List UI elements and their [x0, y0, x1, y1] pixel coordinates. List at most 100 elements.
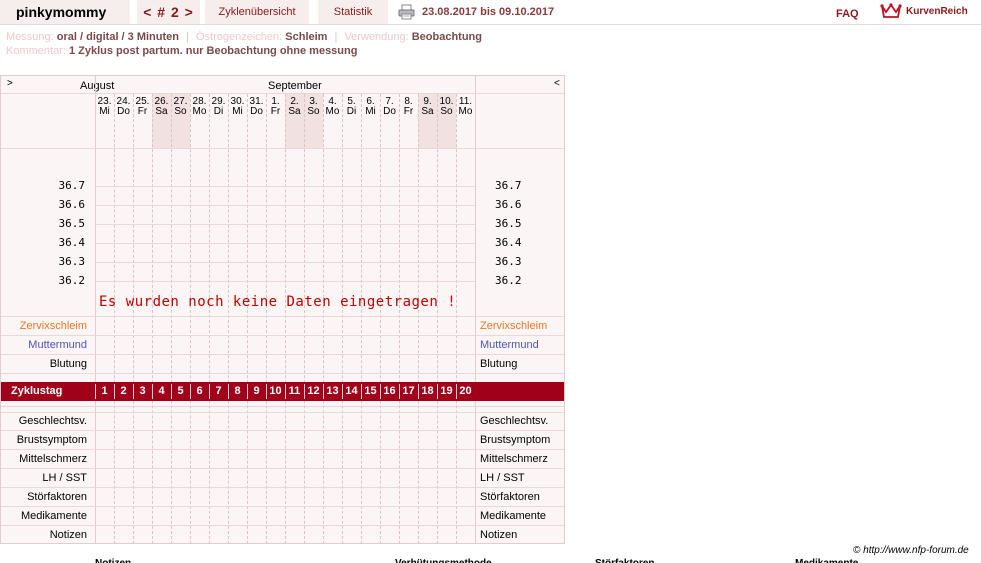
measurement-info: Messung: oral / digital / 3 Minuten | Ös…: [6, 31, 482, 43]
cycle-day-bar: Zyklustag 1 2 3 4 5 6 7 8 9 10 11 12 13 14 15 16 17 18 19 2…: [1, 382, 564, 401]
row-label: Brustsymptom: [16, 434, 87, 446]
row-label-right: Brustsymptom: [480, 434, 551, 446]
row-divider: [1, 373, 564, 374]
day-gridline: [437, 94, 438, 544]
column-separator: [95, 76, 96, 544]
row-label: LH / SST: [42, 472, 87, 484]
chart-nav-prev[interactable]: >: [7, 78, 13, 89]
row-label-right: Störfaktoren: [480, 491, 540, 503]
oestrogen-value: Schleim: [285, 31, 328, 43]
column-separator: [475, 76, 476, 544]
temperature-gridline: [95, 224, 475, 225]
day-label: 6. Mi: [365, 96, 376, 117]
day-gridline: [380, 94, 381, 544]
temperature-gridline: [95, 205, 475, 206]
cycle-day-number: 16: [383, 385, 396, 397]
day-gridline: [418, 94, 419, 544]
row-label: Mittelschmerz: [19, 453, 87, 465]
row-divider: [1, 335, 564, 336]
row-label: Notizen: [49, 529, 87, 541]
messung-label: Messung:: [6, 31, 54, 43]
cycle-chart: > < August September 23. Mi 24. Do 25. Fr 26. S…: [0, 75, 565, 544]
row-divider: [1, 354, 564, 355]
row-label-muttermund-right: Muttermund: [480, 339, 539, 351]
day-label: 23. Mi: [97, 96, 112, 117]
date-range: 23.08.2017 bis 09.10.2017: [422, 6, 555, 18]
day-label: 9. Sa: [421, 96, 434, 117]
row-divider: [1, 93, 564, 94]
cycle-day-label: Zyklustag: [11, 385, 63, 397]
day-label: 5. Di: [346, 96, 357, 117]
cycle-day-number: 15: [364, 385, 377, 397]
day-label: 25. Fr: [135, 96, 150, 117]
day-gridline: [285, 94, 286, 544]
tab-statistics[interactable]: Statistik: [318, 0, 388, 24]
username-tab[interactable]: pinkymommy: [0, 0, 130, 24]
cycle-day-number: 20: [459, 385, 472, 397]
printer-icon[interactable]: [398, 4, 415, 20]
row-label-cervix-right: Zervixschleim: [480, 320, 548, 332]
oestrogen-label: Östrogenzeichen:: [195, 31, 283, 43]
row-label-muttermund: Muttermund: [28, 339, 87, 351]
verwendung-label: Verwendung:: [344, 31, 409, 43]
messung-value: oral / digital / 3 Minuten: [56, 31, 179, 43]
row-label-right: Geschlechtsv.: [480, 415, 549, 427]
row-label-blutung-right: Blutung: [480, 358, 518, 370]
row-divider: [1, 406, 564, 407]
row-label-right: LH / SST: [480, 472, 525, 484]
day-gridline: [323, 94, 324, 544]
cycle-day-number: 13: [326, 385, 339, 397]
separator: |: [334, 31, 338, 43]
cycle-day-number: 11: [288, 385, 301, 397]
cycle-day-number: 17: [402, 385, 415, 397]
row-divider: [1, 449, 564, 450]
footer-column-label: Medikamente: [795, 558, 858, 563]
day-label: 27. So: [173, 96, 188, 117]
crown-logo-icon: [880, 3, 902, 18]
footer-column-label: Verhütungsmethode: [395, 558, 492, 563]
row-divider: [1, 316, 564, 317]
kommentar-label: Kommentar:: [6, 45, 66, 57]
temperature-label-right: 36.6: [495, 198, 522, 211]
row-label-right: Mittelschmerz: [480, 453, 548, 465]
day-gridline: [361, 94, 362, 544]
chart-nav-next[interactable]: <: [554, 78, 560, 89]
day-label: 10. So: [439, 96, 454, 117]
cycle-day-number: 1: [101, 385, 108, 397]
day-label: 28. Mo: [192, 96, 207, 117]
day-gridline: [190, 94, 191, 544]
footer-column-label: Notizen: [95, 558, 131, 563]
row-divider: [1, 412, 564, 413]
temperature-gridline: [95, 281, 475, 282]
temperature-gridline: [95, 186, 475, 187]
no-data-message: Es wurden noch keine Daten eingetragen !: [99, 294, 457, 310]
kommentar-value: 1 Zyklus post partum. nur Beobachtung oh…: [68, 45, 358, 57]
temperature-label-right: 36.5: [495, 217, 522, 230]
temperature-label-right: 36.4: [495, 236, 522, 249]
faq-link[interactable]: FAQ: [836, 8, 859, 20]
cycle-day-number: 7: [215, 385, 222, 397]
comment-info: Kommentar: 1 Zyklus post partum. nur Beo…: [6, 45, 357, 57]
separator: |: [186, 31, 189, 43]
month-label-august: August: [80, 80, 115, 92]
day-gridline: [133, 94, 134, 544]
cycle-day-number: 2: [120, 385, 127, 397]
temperature-gridline: [95, 262, 475, 263]
logo-text: KurvenReich: [906, 5, 968, 17]
cycle-day-number: 10: [269, 385, 282, 397]
logo[interactable]: KurvenReich: [880, 2, 968, 20]
day-gridline: [228, 94, 229, 544]
day-gridline: [152, 94, 153, 544]
day-label: 29. Di: [211, 96, 226, 117]
tab-cycle-overview[interactable]: Zyklenübersicht: [205, 0, 309, 24]
row-label: Störfaktoren: [27, 491, 87, 503]
day-gridline: [247, 94, 248, 544]
month-label-september: September: [268, 80, 322, 92]
day-label: 24. Do: [116, 96, 131, 117]
day-label: 8. Fr: [403, 96, 414, 117]
day-gridline: [304, 94, 305, 544]
temperature-gridline: [95, 243, 475, 244]
day-gridline: [456, 94, 457, 544]
cycle-navigator[interactable]: < # 2 >: [137, 0, 200, 24]
row-divider: [1, 506, 564, 507]
